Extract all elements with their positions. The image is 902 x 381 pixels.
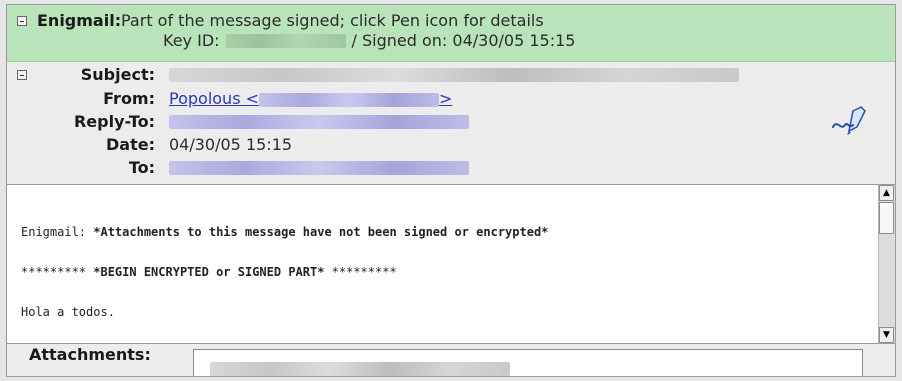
keyid-redacted bbox=[225, 33, 346, 48]
subject-label: Subject: bbox=[80, 65, 155, 84]
enigmail-keyid-row: Key ID: / Signed on: 04/30/05 15:15 bbox=[163, 31, 575, 50]
from-label: From: bbox=[103, 89, 155, 108]
body-line-2: ********* *BEGIN ENCRYPTED or SIGNED PAR… bbox=[21, 265, 397, 279]
collapse-icon[interactable] bbox=[17, 15, 27, 26]
date-row: Date: 04/30/05 15:15 bbox=[17, 135, 292, 154]
collapse-icon[interactable] bbox=[17, 69, 27, 80]
date-label: Date: bbox=[106, 135, 155, 154]
scroll-down-icon[interactable]: ▼ bbox=[879, 327, 894, 343]
replyto-row: Reply-To: bbox=[17, 112, 469, 131]
from-email-redacted bbox=[259, 92, 440, 107]
subject-row: Subject: bbox=[17, 65, 739, 84]
signed-on-text: / Signed on: 04/30/05 15:15 bbox=[351, 31, 576, 50]
body-scrollbar[interactable]: ▲ ▼ bbox=[878, 185, 895, 343]
enigmail-status-text: Part of the message signed; click Pen ic… bbox=[121, 11, 544, 30]
date-value: 04/30/05 15:15 bbox=[169, 135, 293, 154]
body-line-3: Hola a todos. bbox=[21, 305, 115, 319]
to-label: To: bbox=[128, 158, 155, 177]
enigmail-row: Enigmail: Part of the message signed; cl… bbox=[17, 11, 544, 30]
body-line-1: Enigmail: *Attachments to this message h… bbox=[21, 225, 549, 239]
attachments-label: Attachments: bbox=[29, 345, 151, 364]
to-redacted[interactable] bbox=[169, 160, 469, 175]
from-name: Popolous < bbox=[169, 89, 260, 108]
enigmail-status-bar: Enigmail: Part of the message signed; cl… bbox=[7, 5, 895, 62]
scrollbar-thumb[interactable] bbox=[879, 202, 894, 234]
attachments-list[interactable] bbox=[193, 349, 863, 376]
pen-icon[interactable] bbox=[831, 105, 867, 139]
replyto-redacted[interactable] bbox=[169, 114, 469, 129]
replyto-label: Reply-To: bbox=[73, 112, 155, 131]
attachment-item-redacted[interactable] bbox=[210, 362, 510, 376]
from-close: > bbox=[439, 89, 453, 108]
to-row: To: bbox=[17, 158, 469, 177]
subject-redacted bbox=[169, 67, 739, 82]
enigmail-label: Enigmail: bbox=[37, 11, 122, 30]
message-pane: Enigmail: Part of the message signed; cl… bbox=[6, 4, 896, 377]
keyid-label: Key ID: bbox=[163, 31, 220, 50]
from-row: From: Popolous < > bbox=[17, 89, 452, 108]
message-body: Enigmail: *Attachments to this message h… bbox=[7, 184, 895, 344]
scroll-up-icon[interactable]: ▲ bbox=[879, 185, 894, 201]
from-link[interactable]: Popolous < > bbox=[169, 89, 452, 108]
